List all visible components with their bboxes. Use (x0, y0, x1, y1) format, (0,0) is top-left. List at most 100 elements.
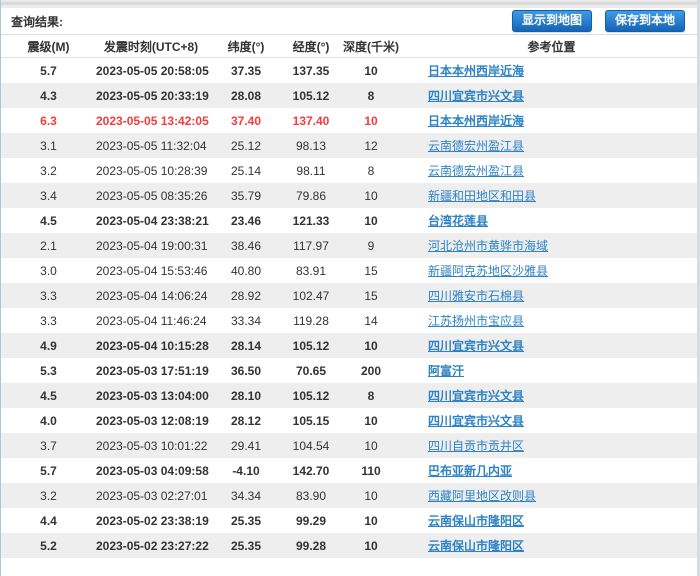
longitude-cell: 117.97 (293, 238, 329, 253)
magnitude-cell: 6.3 (40, 113, 57, 128)
location-cell: 台湾花莲县 (406, 208, 697, 233)
latitude-cell: 25.14 (230, 163, 262, 178)
longitude-cell: 105.12 (292, 388, 330, 403)
location-link[interactable]: 台湾花莲县 (428, 214, 488, 228)
save-to-local-button[interactable]: 保存到本地 (604, 10, 685, 32)
longitude-cell: 105.12 (292, 88, 330, 103)
time-cell: 2023-05-05 10:28:39 (96, 163, 208, 178)
longitude-cell: 137.40 (292, 113, 330, 128)
top-edge-strip (1, 0, 697, 8)
latitude-cell: 36.50 (230, 363, 262, 378)
location-cell: 新疆阿克苏地区沙雅县 (406, 258, 697, 283)
depth-cell: 10 (364, 538, 378, 553)
latitude-cell: 25.35 (230, 538, 262, 553)
time-cell: 2023-05-04 15:53:46 (96, 263, 208, 278)
magnitude-cell: 4.0 (40, 413, 57, 428)
time-cell: 2023-05-04 10:15:28 (96, 338, 209, 353)
location-link[interactable]: 新疆和田地区和田县 (428, 189, 536, 203)
longitude-cell: 105.12 (292, 338, 330, 353)
location-cell: 云南保山市隆阳区 (406, 533, 697, 558)
latitude-cell: -4.10 (232, 463, 260, 478)
magnitude-cell: 3.3 (40, 288, 57, 303)
location-cell: 四川宜宾市兴文县 (406, 383, 697, 408)
location-link[interactable]: 巴布亚新几内亚 (428, 464, 512, 478)
magnitude-cell: 5.2 (40, 538, 57, 553)
location-link[interactable]: 云南德宏州盈江县 (428, 139, 524, 153)
results-table-header: 震级(M) 发震时刻(UTC+8) 纬度(°) 经度(°) 深度(千米) 参考位… (1, 35, 697, 58)
latitude-cell: 28.08 (230, 88, 262, 103)
depth-cell: 10 (364, 338, 378, 353)
location-link[interactable]: 四川自贡市贡井区 (428, 439, 524, 453)
col-header-depth: 深度(千米) (336, 35, 406, 58)
location-link[interactable]: 四川宜宾市兴文县 (428, 389, 524, 403)
show-on-map-button[interactable]: 显示到地图 (511, 10, 592, 32)
location-cell: 四川宜宾市兴文县 (406, 83, 697, 108)
magnitude-cell: 4.5 (40, 388, 57, 403)
location-link[interactable]: 日本本州西岸近海 (428, 64, 524, 78)
col-header-time: 发震时刻(UTC+8) (96, 35, 206, 58)
time-cell: 2023-05-05 20:58:05 (96, 63, 209, 78)
location-link[interactable]: 西藏阿里地区改则县 (428, 489, 536, 503)
table-row: 5.3 2023-05-03 17:51:19 36.50 70.65 200 … (1, 358, 697, 383)
location-cell: 江苏扬州市宝应县 (406, 308, 697, 333)
latitude-cell: 29.41 (230, 438, 262, 453)
time-cell: 2023-05-03 02:27:01 (96, 488, 208, 503)
latitude-cell: 33.34 (230, 313, 262, 328)
location-link[interactable]: 江苏扬州市宝应县 (428, 314, 524, 328)
table-row: 3.7 2023-05-03 10:01:22 29.41 104.54 10 … (1, 433, 697, 458)
time-cell: 2023-05-05 20:33:19 (96, 88, 209, 103)
location-cell: 西藏阿里地区改则县 (406, 483, 697, 508)
latitude-cell: 25.35 (230, 513, 262, 528)
depth-cell: 12 (364, 138, 378, 153)
latitude-cell: 28.10 (230, 388, 262, 403)
location-link[interactable]: 云南保山市隆阳区 (428, 514, 524, 528)
longitude-cell: 70.65 (295, 363, 327, 378)
latitude-cell: 37.40 (230, 113, 262, 128)
location-link[interactable]: 河北沧州市黄骅市海域 (428, 239, 548, 253)
col-header-magnitude: 震级(M) (1, 35, 96, 58)
longitude-cell: 98.11 (296, 163, 326, 178)
depth-cell: 10 (364, 188, 378, 203)
magnitude-cell: 5.7 (40, 63, 57, 78)
location-link[interactable]: 阿富汗 (428, 364, 464, 378)
table-row: 4.0 2023-05-03 12:08:19 28.12 105.15 10 … (1, 408, 697, 433)
longitude-cell: 105.15 (292, 413, 330, 428)
longitude-cell: 119.28 (293, 313, 329, 328)
col-header-longitude: 经度(°) (286, 35, 336, 58)
action-buttons: 显示到地图 保存到本地 (511, 10, 685, 32)
table-row: 2.1 2023-05-04 19:00:31 38.46 117.97 9 河… (1, 233, 697, 258)
location-cell: 日本本州西岸近海 (406, 58, 697, 84)
depth-cell: 110 (361, 463, 381, 478)
magnitude-cell: 5.3 (40, 363, 57, 378)
depth-cell: 9 (367, 238, 375, 253)
table-row: 4.5 2023-05-04 23:38:21 23.46 121.33 10 … (1, 208, 697, 233)
location-link[interactable]: 日本本州西岸近海 (428, 114, 524, 128)
depth-cell: 14 (364, 313, 378, 328)
location-cell: 四川自贡市贡井区 (406, 433, 697, 458)
depth-cell: 8 (367, 88, 375, 103)
time-cell: 2023-05-03 12:08:19 (96, 413, 209, 428)
time-cell: 2023-05-02 23:38:19 (96, 513, 209, 528)
longitude-cell: 104.54 (292, 438, 330, 453)
location-link[interactable]: 云南保山市隆阳区 (428, 539, 524, 553)
location-link[interactable]: 四川宜宾市兴文县 (428, 89, 524, 103)
location-link[interactable]: 四川宜宾市兴文县 (428, 414, 524, 428)
longitude-cell: 121.33 (292, 213, 330, 228)
location-link[interactable]: 云南德宏州盈江县 (428, 164, 524, 178)
location-link[interactable]: 四川宜宾市兴文县 (428, 339, 524, 353)
magnitude-cell: 3.2 (40, 163, 57, 178)
col-header-latitude: 纬度(°) (206, 35, 286, 58)
depth-cell: 10 (364, 413, 378, 428)
latitude-cell: 35.79 (230, 188, 262, 203)
location-cell: 巴布亚新几内亚 (406, 458, 697, 483)
depth-cell: 200 (360, 363, 382, 378)
time-cell: 2023-05-03 17:51:19 (96, 363, 209, 378)
location-cell: 新疆和田地区和田县 (406, 183, 697, 208)
location-cell: 四川宜宾市兴文县 (406, 333, 697, 358)
results-label: 查询结果: (11, 14, 63, 29)
location-link[interactable]: 新疆阿克苏地区沙雅县 (428, 264, 548, 278)
location-link[interactable]: 四川雅安市石棉县 (428, 289, 524, 303)
table-row: 3.3 2023-05-04 14:06:24 28.92 102.47 15 … (1, 283, 697, 308)
table-row: 4.5 2023-05-03 13:04:00 28.10 105.12 8 四… (1, 383, 697, 408)
latitude-cell: 40.80 (230, 263, 262, 278)
